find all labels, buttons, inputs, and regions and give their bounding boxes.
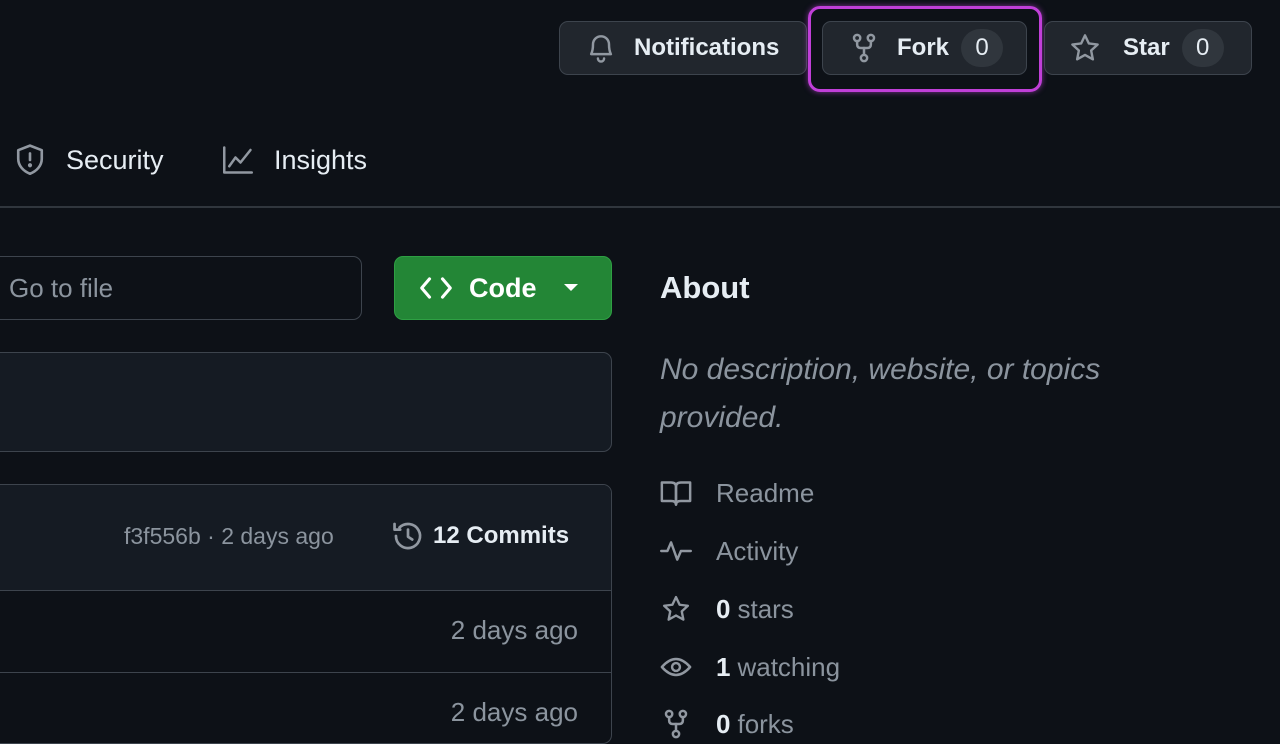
latest-commit-header: f3f556b · 2 days ago 12 Commits bbox=[0, 485, 611, 591]
watching-count: 1 bbox=[716, 651, 731, 682]
commit-separator: · bbox=[207, 523, 215, 549]
go-to-file-input[interactable] bbox=[0, 256, 362, 320]
commit-hash[interactable]: f3f556b bbox=[124, 523, 201, 549]
history-icon bbox=[391, 519, 425, 553]
nav-divider bbox=[0, 206, 1280, 208]
code-icon bbox=[419, 275, 453, 301]
star-label: Star bbox=[1123, 34, 1170, 61]
file-row-date: 2 days ago bbox=[450, 615, 578, 645]
stars-count: 0 bbox=[716, 593, 731, 624]
star-button[interactable]: Star 0 bbox=[1044, 21, 1252, 75]
activity-link[interactable]: Activity bbox=[660, 531, 798, 571]
fork-count: 0 bbox=[961, 29, 1004, 67]
stars-link[interactable]: 0 stars bbox=[660, 589, 794, 629]
file-table: f3f556b · 2 days ago 12 Commits 2 days a… bbox=[0, 484, 612, 744]
bell-icon bbox=[586, 32, 616, 64]
forks-count: 0 bbox=[716, 708, 731, 739]
commits-count-label: 12 Commits bbox=[433, 522, 570, 549]
file-row[interactable]: 2 days ago bbox=[0, 591, 611, 673]
fork-icon bbox=[851, 33, 877, 63]
code-button[interactable]: Code bbox=[394, 256, 612, 320]
graph-icon bbox=[221, 145, 255, 175]
forks-link[interactable]: 0 forks bbox=[660, 704, 794, 744]
star-icon bbox=[1069, 32, 1101, 64]
code-label: Code bbox=[469, 272, 537, 303]
fork-icon bbox=[660, 708, 692, 740]
file-row[interactable]: 2 days ago bbox=[0, 673, 611, 743]
forks-label: forks bbox=[737, 708, 794, 739]
file-row-date: 2 days ago bbox=[450, 697, 578, 727]
notifications-button[interactable]: Notifications bbox=[559, 21, 807, 75]
activity-label: Activity bbox=[716, 535, 799, 566]
about-title: About bbox=[660, 270, 750, 305]
readme-link[interactable]: Readme bbox=[660, 473, 814, 513]
tab-security[interactable]: Security bbox=[14, 138, 164, 182]
star-outline-icon bbox=[660, 593, 692, 625]
star-count: 0 bbox=[1181, 29, 1224, 67]
commit-meta: f3f556b · 2 days ago bbox=[124, 523, 334, 550]
readme-label: Readme bbox=[716, 477, 815, 508]
fork-label: Fork bbox=[897, 34, 950, 61]
tab-security-label: Security bbox=[66, 144, 164, 175]
commits-link[interactable]: 12 Commits bbox=[391, 519, 569, 553]
tab-insights[interactable]: Insights bbox=[221, 138, 367, 182]
tab-insights-label: Insights bbox=[274, 144, 368, 175]
shield-icon bbox=[14, 143, 46, 177]
about-description: No description, website, or topics provi… bbox=[660, 353, 1101, 434]
commit-time: 2 days ago bbox=[221, 523, 334, 549]
pulse-icon bbox=[660, 535, 692, 567]
notifications-label: Notifications bbox=[634, 34, 780, 61]
book-icon bbox=[660, 477, 692, 509]
eye-icon bbox=[660, 651, 692, 683]
watching-label: watching bbox=[737, 651, 841, 682]
fork-button[interactable]: Fork 0 bbox=[822, 21, 1027, 75]
caret-down-icon bbox=[563, 283, 579, 293]
stars-label: stars bbox=[737, 593, 794, 624]
watching-link[interactable]: 1 watching bbox=[660, 647, 840, 687]
branch-info-box bbox=[0, 352, 612, 452]
